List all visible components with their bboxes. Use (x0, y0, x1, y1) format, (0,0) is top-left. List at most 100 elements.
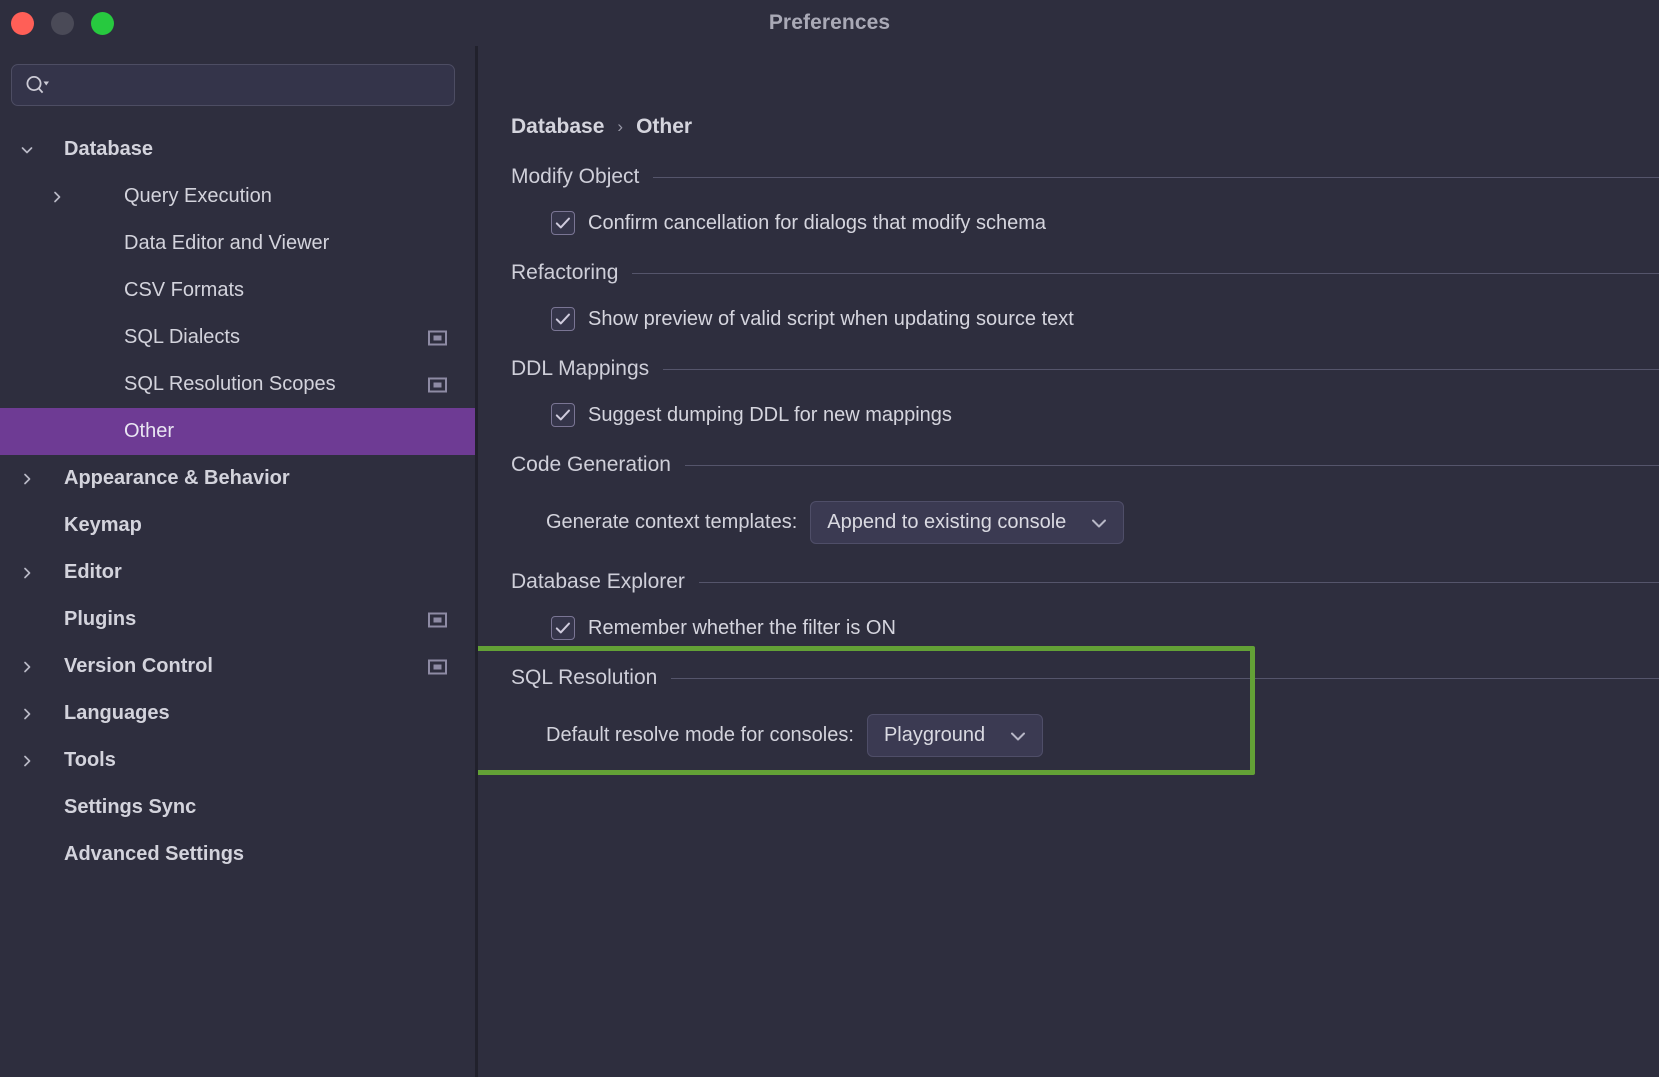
dropdown-generate-context-templates[interactable]: Append to existing console (810, 501, 1124, 544)
section-database-explorer: Database Explorer Remember whether the fi… (478, 570, 1659, 640)
sidebar-item-sql-resolution-scopes[interactable]: SQL Resolution Scopes (0, 361, 475, 408)
sidebar-item-label: CSV Formats (68, 279, 447, 302)
chevron-right-icon[interactable] (16, 753, 38, 769)
sidebar-item-data-editor-and-viewer[interactable]: Data Editor and Viewer (0, 220, 475, 267)
search-input[interactable] (56, 76, 442, 94)
section-divider (653, 177, 1659, 178)
search-icon (24, 74, 50, 96)
settings-sidebar: Database Query Execution Data Editor and V… (0, 46, 478, 1077)
sidebar-item-label: Advanced Settings (38, 843, 447, 866)
dropdown-default-resolve-mode-for-consoles[interactable]: Playground (867, 714, 1043, 757)
sidebar-item-tools[interactable]: Tools (0, 737, 475, 784)
sidebar-item-settings-sync[interactable]: Settings Sync (0, 784, 475, 831)
section-divider (685, 465, 1659, 466)
section-divider (663, 369, 1659, 370)
sidebar-item-label: Plugins (38, 608, 428, 631)
chevron-right-icon[interactable] (16, 706, 38, 722)
chevron-right-icon[interactable] (16, 471, 38, 487)
section-divider (632, 273, 1659, 274)
field-row: Default resolve mode for consoles: Playgr… (546, 714, 1659, 757)
section-title: Code Generation (511, 453, 671, 477)
settings-tree: Database Query Execution Data Editor and V… (0, 126, 475, 878)
dropdown-value: Playground (884, 724, 985, 747)
checkbox-label: Show preview of valid script when updati… (588, 308, 1074, 331)
section-sql-resolution: SQL Resolution Default resolve mode for c… (478, 666, 1659, 757)
search-box[interactable] (11, 64, 455, 106)
breadcrumb-root[interactable]: Database (511, 115, 604, 139)
section-divider (671, 678, 1659, 679)
sidebar-item-database[interactable]: Database (0, 126, 475, 173)
breadcrumb-current: Other (636, 115, 692, 139)
settings-content: Database › Other Modify Object Confirm ca… (478, 46, 1659, 1077)
sidebar-item-label: Version Control (38, 655, 428, 678)
section-refactoring: Refactoring Show preview of valid script … (478, 261, 1659, 331)
section-title: SQL Resolution (511, 666, 657, 690)
window-badge-icon (428, 377, 447, 393)
sidebar-item-other[interactable]: Other (0, 408, 475, 455)
section-code-generation: Code Generation Generate context template… (478, 453, 1659, 544)
sidebar-item-label: Database (38, 138, 447, 161)
checkbox-row[interactable]: Remember whether the filter is ON (551, 616, 1659, 640)
traffic-lights (11, 12, 114, 35)
section-header: Modify Object (478, 165, 1659, 189)
checkbox-row[interactable]: Confirm cancellation for dialogs that mo… (551, 211, 1659, 235)
checkbox[interactable] (551, 211, 575, 235)
sidebar-item-sql-dialects[interactable]: SQL Dialects (0, 314, 475, 361)
checkbox[interactable] (551, 403, 575, 427)
sidebar-item-label: Data Editor and Viewer (68, 232, 447, 255)
sidebar-item-editor[interactable]: Editor (0, 549, 475, 596)
section-title: Refactoring (511, 261, 618, 285)
chevron-down-icon (1088, 515, 1110, 531)
section-divider (699, 582, 1659, 583)
sidebar-item-label: Query Execution (68, 185, 447, 208)
field-row: Generate context templates: Append to exi… (546, 501, 1659, 544)
section-header: Refactoring (478, 261, 1659, 285)
maximize-button[interactable] (91, 12, 114, 35)
sidebar-item-label: SQL Resolution Scopes (68, 373, 428, 396)
field-label: Generate context templates: (546, 511, 797, 534)
checkbox-label: Confirm cancellation for dialogs that mo… (588, 212, 1046, 235)
dropdown-value: Append to existing console (827, 511, 1066, 534)
sidebar-item-label: Other (68, 420, 447, 443)
window-body: Database Query Execution Data Editor and V… (0, 46, 1659, 1077)
checkbox-row[interactable]: Suggest dumping DDL for new mappings (551, 403, 1659, 427)
sidebar-item-plugins[interactable]: Plugins (0, 596, 475, 643)
breadcrumb: Database › Other (511, 115, 1659, 139)
settings-sections: Modify Object Confirm cancellation for di… (478, 165, 1659, 757)
checkbox-label: Suggest dumping DDL for new mappings (588, 404, 952, 427)
section-modify-object: Modify Object Confirm cancellation for di… (478, 165, 1659, 235)
sidebar-item-advanced-settings[interactable]: Advanced Settings (0, 831, 475, 878)
checkbox-label: Remember whether the filter is ON (588, 617, 896, 640)
minimize-button[interactable] (51, 12, 74, 35)
chevron-right-icon[interactable] (16, 565, 38, 581)
chevron-down-icon[interactable] (16, 142, 38, 158)
window-badge-icon (428, 330, 447, 346)
checkbox[interactable] (551, 307, 575, 331)
sidebar-item-label: Languages (38, 702, 447, 725)
sidebar-item-version-control[interactable]: Version Control (0, 643, 475, 690)
window-title: Preferences (0, 11, 1659, 35)
checkbox-row[interactable]: Show preview of valid script when updati… (551, 307, 1659, 331)
sidebar-item-csv-formats[interactable]: CSV Formats (0, 267, 475, 314)
section-title: Database Explorer (511, 570, 685, 594)
sidebar-item-languages[interactable]: Languages (0, 690, 475, 737)
section-title: DDL Mappings (511, 357, 649, 381)
sidebar-item-keymap[interactable]: Keymap (0, 502, 475, 549)
close-button[interactable] (11, 12, 34, 35)
sidebar-item-label: Settings Sync (38, 796, 447, 819)
section-header: Database Explorer (478, 570, 1659, 594)
chevron-right-icon[interactable] (16, 659, 38, 675)
field-label: Default resolve mode for consoles: (546, 724, 854, 747)
section-title: Modify Object (511, 165, 639, 189)
sidebar-item-label: Tools (38, 749, 447, 772)
section-header: SQL Resolution (478, 666, 1659, 690)
section-ddl-mappings: DDL Mappings Suggest dumping DDL for new … (478, 357, 1659, 427)
sidebar-item-appearance-behavior[interactable]: Appearance & Behavior (0, 455, 475, 502)
breadcrumb-separator-icon: › (617, 117, 623, 137)
window-badge-icon (428, 659, 447, 675)
chevron-right-icon[interactable] (46, 189, 68, 205)
checkbox[interactable] (551, 616, 575, 640)
sidebar-item-query-execution[interactable]: Query Execution (0, 173, 475, 220)
sidebar-item-label: SQL Dialects (68, 326, 428, 349)
search-area (0, 46, 475, 106)
